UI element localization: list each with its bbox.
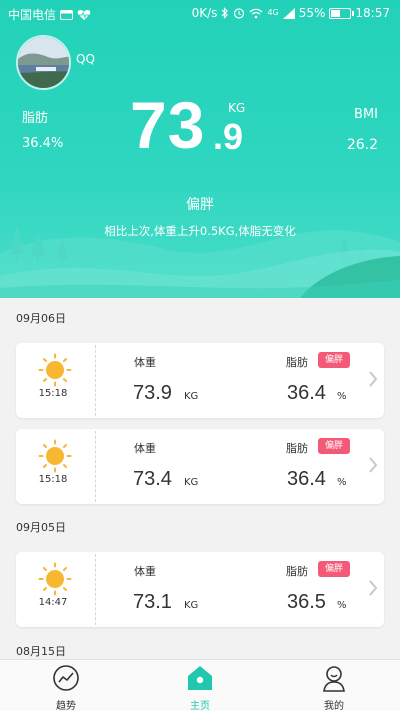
weight-value: 73.1 (133, 591, 172, 613)
record-card[interactable]: 14:47 体重 73.1 KG 脂肪 偏胖 36.5 % (16, 552, 384, 627)
fat-value: 36.4 (287, 468, 326, 490)
chevron-right-icon[interactable] (368, 579, 378, 597)
date-header: 09月06日 (16, 312, 66, 325)
record-time: 15:18 (38, 474, 68, 485)
status-bar: 中国电信 0K/s 4G 55% 18:57 (0, 0, 400, 28)
sun-icon (38, 562, 72, 596)
card-divider (95, 431, 96, 502)
battery-icon (329, 7, 355, 19)
username[interactable]: QQ (76, 52, 95, 66)
trend-icon (53, 665, 79, 691)
nav-mine[interactable]: 我的 (294, 664, 374, 711)
card-divider (95, 554, 96, 625)
status-badge: 偏胖 (318, 561, 350, 577)
signal-icon (282, 7, 295, 19)
fat-label: 脂肪 (286, 356, 308, 369)
current-weight-decimal: .9 (213, 116, 244, 157)
nav-trend-label: 趋势 (56, 701, 76, 711)
alarm-icon (234, 8, 245, 19)
bmi-label: BMI (354, 107, 378, 122)
weight-label: 体重 (134, 356, 156, 369)
body-status: 偏胖 (186, 197, 214, 213)
fat-value: 36.4% (22, 136, 64, 151)
sun-icon (38, 439, 72, 473)
wallet-icon (60, 10, 74, 20)
fat-value: 36.4 (287, 382, 326, 404)
weight-unit: KG (184, 391, 199, 402)
fat-value: 36.5 (287, 591, 326, 613)
carrier-text: 中国电信 (8, 8, 57, 22)
card-divider (95, 345, 96, 416)
fat-unit: % (337, 600, 347, 611)
weight-value: 73.9 (133, 382, 172, 404)
chevron-right-icon[interactable] (368, 456, 378, 474)
bottom-nav: 趋势 主页 我的 (0, 659, 400, 711)
fat-unit: % (337, 477, 347, 488)
signal-text: 4G (267, 8, 279, 17)
nav-trend[interactable]: 趋势 (26, 664, 106, 711)
chevron-right-icon[interactable] (368, 370, 378, 388)
status-badge: 偏胖 (318, 438, 350, 454)
date-header: 09月05日 (16, 521, 66, 534)
record-time: 14:47 (38, 597, 68, 608)
date-header: 08月15日 (16, 645, 66, 658)
battery-percent: 55% (298, 6, 326, 20)
bmi-value: 26.2 (346, 137, 378, 153)
status-badge: 偏胖 (318, 352, 350, 368)
nav-mine-label: 我的 (324, 701, 344, 711)
weight-unit: KG (184, 600, 199, 611)
fat-label: 脂肪 (286, 442, 308, 455)
weight-unit: KG (184, 477, 199, 488)
profile-icon (323, 666, 345, 692)
fat-unit: % (337, 391, 347, 402)
record-card[interactable]: 15:18 体重 73.9 KG 脂肪 偏胖 36.4 % (16, 343, 384, 418)
home-icon (188, 666, 212, 690)
net-speed-text: 0K/s (191, 6, 218, 20)
weight-label: 体重 (134, 565, 156, 578)
clock-text: 18:57 (355, 6, 390, 20)
sun-icon (38, 353, 72, 387)
weight-label: 体重 (134, 442, 156, 455)
bluetooth-icon (222, 7, 229, 19)
wifi-icon (249, 8, 263, 18)
current-weight-integer: 73 (130, 88, 206, 162)
avatar[interactable] (16, 35, 71, 90)
heart-rate-icon (77, 9, 91, 20)
weight-unit: KG (228, 101, 246, 115)
nav-home[interactable]: 主页 (160, 664, 240, 711)
record-card[interactable]: 15:18 体重 73.4 KG 脂肪 偏胖 36.4 % (16, 429, 384, 504)
fat-label: 脂肪 (286, 565, 308, 578)
nav-home-label: 主页 (190, 701, 210, 711)
weight-value: 73.4 (133, 468, 172, 490)
change-summary: 相比上次,体重上升0.5KG,体脂无变化 (104, 224, 296, 238)
record-time: 15:18 (38, 388, 68, 399)
fat-label: 脂肪 (22, 111, 49, 126)
